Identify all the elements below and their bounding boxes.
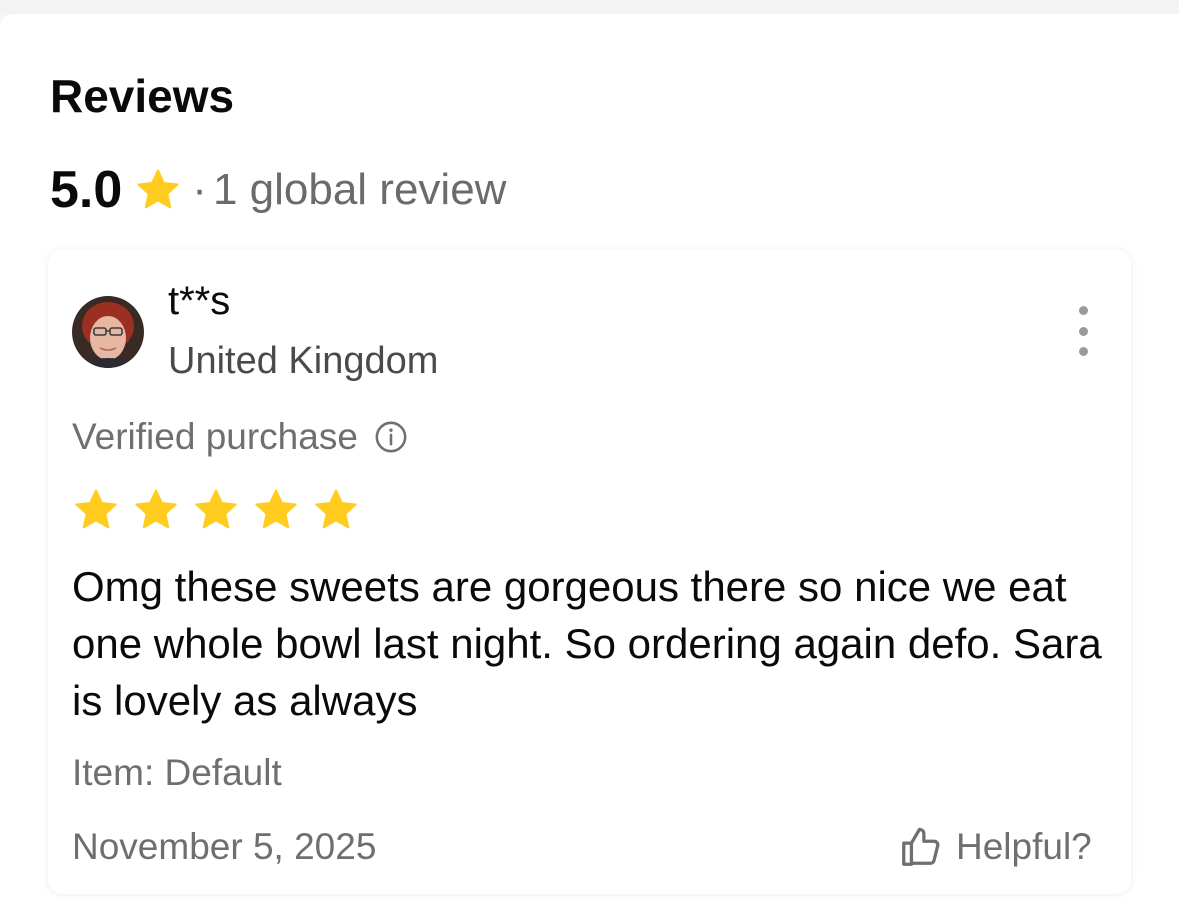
more-vertical-icon [1078,306,1088,315]
verified-purchase: Verified purchase [72,414,408,460]
more-dot [1078,347,1088,356]
user-avatar[interactable] [72,296,144,368]
helpful-label: Helpful? [956,826,1092,867]
verified-label: Verified purchase [72,416,358,457]
review-card: t**s United Kingdom Verified purchase Om… [48,250,1131,894]
star-icon [135,489,177,529]
more-options-button[interactable] [1066,306,1100,356]
reviewer-country: United Kingdom [168,340,439,382]
info-icon[interactable] [374,420,408,454]
star-icon [255,489,297,529]
star-icon [75,489,117,529]
summary-separator: · [192,165,207,214]
average-rating: 5.0 [50,161,123,219]
star-icon [195,489,237,529]
helpful-button[interactable]: Helpful? [898,822,1092,872]
review-date: November 5, 2025 [72,826,377,867]
reviewer-name[interactable]: t**s [168,278,230,324]
reviews-heading: Reviews [50,70,235,122]
review-body: Omg these sweets are gorgeous there so n… [72,563,1102,724]
star-icon [315,489,357,529]
rating-summary: 5.0 · 1 global review [50,160,506,220]
star-icon [137,169,179,209]
item-variant: Item: Default [72,752,282,793]
top-strip [0,0,1179,14]
review-stars [72,486,372,536]
review-count[interactable]: 1 global review [213,160,507,220]
more-dot [1078,326,1088,336]
thumbs-up-icon [902,827,940,866]
